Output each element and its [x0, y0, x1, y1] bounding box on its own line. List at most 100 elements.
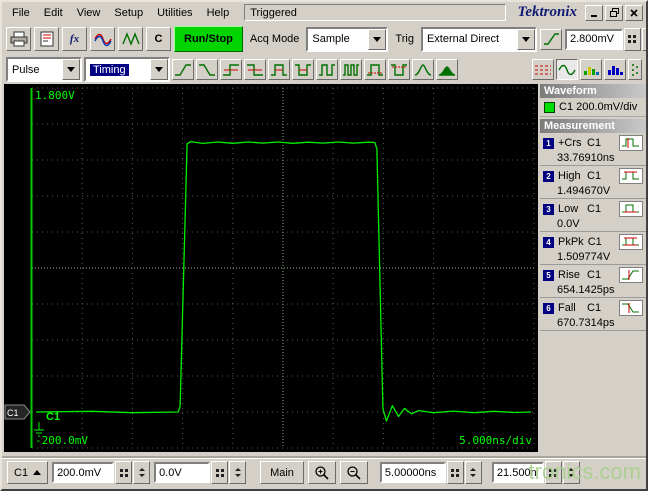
minimize-button[interactable]: [585, 4, 603, 21]
horizontal-scale-spinner[interactable]: [464, 461, 482, 484]
timebase-main-button[interactable]: Main: [260, 461, 304, 484]
scope-display[interactable]: 1.800V -200.0mV 5.000ns/div C1 C1: [4, 84, 538, 452]
measurement-thumb-icon[interactable]: [619, 168, 643, 184]
vertical-offset-spinner[interactable]: [229, 461, 247, 484]
trig-level-field[interactable]: 2.800mV: [564, 28, 623, 50]
measurement-index-badge: 4: [543, 236, 554, 248]
trig-level-keypad-button[interactable]: [623, 27, 641, 51]
bottom-control-bar: C1 200.0mV 0.0V Main 5.00000ns 21.500n: [2, 458, 646, 486]
trig-source-combobox[interactable]: External Direct: [420, 26, 537, 52]
trig-level-spinner[interactable]: [641, 27, 646, 51]
measurement-value: 1.494670V: [557, 185, 611, 197]
meas-neg-duty-icon[interactable]: [388, 59, 410, 80]
acq-mode-combobox[interactable]: Sample: [306, 26, 389, 52]
horizontal-position-keypad-button[interactable]: [544, 461, 562, 484]
measurement-source: C1: [587, 203, 602, 215]
meas-neg-cross-icon[interactable]: [244, 59, 266, 80]
trigger-status: Triggered: [244, 4, 506, 21]
measurement-value: 1.509774V: [557, 251, 611, 263]
trig-source-value: External Direct: [422, 28, 517, 50]
vectors-display-icon[interactable]: [556, 59, 578, 80]
clear-button[interactable]: C: [146, 27, 171, 51]
meas-rise-icon[interactable]: [172, 59, 194, 80]
close-button[interactable]: [625, 4, 643, 21]
scope-bottom-scale: -200.0mV: [35, 434, 88, 447]
meas-frequency-icon[interactable]: [340, 59, 362, 80]
histogram-icon[interactable]: [604, 59, 626, 80]
channel-selector-button[interactable]: C1: [7, 461, 49, 484]
menu-file[interactable]: File: [5, 4, 37, 22]
measurement-name: Fall: [558, 302, 576, 314]
meas-pos-cross-icon[interactable]: [220, 59, 242, 80]
chevron-down-icon: [67, 67, 75, 72]
meas-pos-duty-icon[interactable]: [364, 59, 386, 80]
vertical-offset-field[interactable]: 0.0V: [154, 462, 211, 483]
meas-fall-icon[interactable]: [196, 59, 218, 80]
waveform-database-icon[interactable]: [628, 59, 642, 80]
restore-button[interactable]: [605, 4, 623, 21]
rising-slope-icon: [543, 33, 559, 45]
horizontal-position-spinner[interactable]: [562, 461, 580, 484]
measurement-thumb-icon[interactable]: [619, 267, 643, 283]
trig-source-dropdown-button[interactable]: [516, 28, 535, 50]
meas-category-combobox[interactable]: Timing: [84, 57, 170, 82]
menu-edit[interactable]: Edit: [37, 4, 70, 22]
measurement-thumb-icon[interactable]: [619, 201, 643, 217]
trig-level-control: 2.800mV: [564, 27, 646, 51]
channel-position-marker[interactable]: C1: [4, 404, 31, 420]
math-fx-icon: fx: [69, 33, 80, 45]
color-grade-icon[interactable]: [580, 59, 602, 80]
vertical-offset-keypad-button[interactable]: [211, 461, 229, 484]
menu-utilities[interactable]: Utilities: [150, 4, 199, 22]
measurement-row[interactable]: 6 Fall C1 670.7314ps: [540, 298, 646, 331]
measurement-row[interactable]: 4 PkPk C1 1.509774V: [540, 232, 646, 265]
meas-area-icon[interactable]: [436, 59, 458, 80]
acq-mode-dropdown-button[interactable]: [368, 28, 387, 50]
vertical-offset-control: 0.0V: [154, 461, 247, 484]
measurement-row[interactable]: 3 Low C1 0.0V: [540, 199, 646, 232]
timebase-main-label: Main: [270, 466, 294, 479]
meas-period-icon[interactable]: [316, 59, 338, 80]
measurement-index-badge: 2: [543, 170, 554, 182]
meas-pos-width-icon[interactable]: [268, 59, 290, 80]
measurement-thumb-icon[interactable]: [619, 300, 643, 316]
horizontal-scale-keypad-button[interactable]: [446, 461, 464, 484]
report-button[interactable]: [34, 27, 59, 51]
horizontal-position-field[interactable]: 21.500n: [491, 462, 544, 483]
cursors-icon[interactable]: [532, 59, 554, 80]
menu-help[interactable]: Help: [200, 4, 237, 22]
zoom-in-button[interactable]: [307, 461, 336, 484]
printer-icon: [10, 31, 28, 47]
waveform-colors-button[interactable]: [90, 27, 115, 51]
vertical-scale-keypad-button[interactable]: [115, 461, 133, 484]
menu-setup[interactable]: Setup: [107, 4, 150, 22]
vertical-scale-control: 200.0mV: [52, 461, 151, 484]
horizontal-scale-field[interactable]: 5.00000ns: [379, 462, 446, 483]
print-button[interactable]: [6, 27, 31, 51]
measurement-thumb-icon[interactable]: [619, 234, 643, 250]
signal-class-combobox[interactable]: Pulse: [6, 57, 82, 82]
waveform-list-item[interactable]: C1 200.0mV/div: [540, 98, 646, 117]
autoset-button[interactable]: [118, 27, 143, 51]
keypad-icon: [451, 468, 460, 477]
meas-peak-icon[interactable]: [412, 59, 434, 80]
measurement-row[interactable]: 5 Rise C1 654.1425ps: [540, 265, 646, 298]
run-stop-button[interactable]: Run/Stop: [174, 26, 243, 52]
math-button[interactable]: fx: [62, 27, 87, 51]
menu-view[interactable]: View: [70, 4, 108, 22]
measurement-name: +Crs: [558, 137, 582, 149]
measurement-row[interactable]: 2 High C1 1.494670V: [540, 166, 646, 199]
measurement-thumb-icon[interactable]: [619, 135, 643, 151]
channel-selector-label: C1: [14, 466, 29, 479]
trigger-status-label: Triggered: [250, 6, 297, 19]
signal-class-dropdown-button[interactable]: [62, 59, 80, 80]
meas-neg-width-icon[interactable]: [292, 59, 314, 80]
measurement-row[interactable]: 1 +Crs C1 33.76910ns: [540, 133, 646, 166]
trig-slope-button[interactable]: [539, 28, 562, 50]
vertical-scale-field[interactable]: 200.0mV: [52, 462, 115, 483]
meas-category-value: Timing: [86, 59, 150, 80]
measurement-value: 33.76910ns: [557, 152, 615, 164]
vertical-scale-spinner[interactable]: [133, 461, 151, 484]
zoom-out-button[interactable]: [339, 461, 368, 484]
meas-category-dropdown-button[interactable]: [150, 59, 168, 80]
